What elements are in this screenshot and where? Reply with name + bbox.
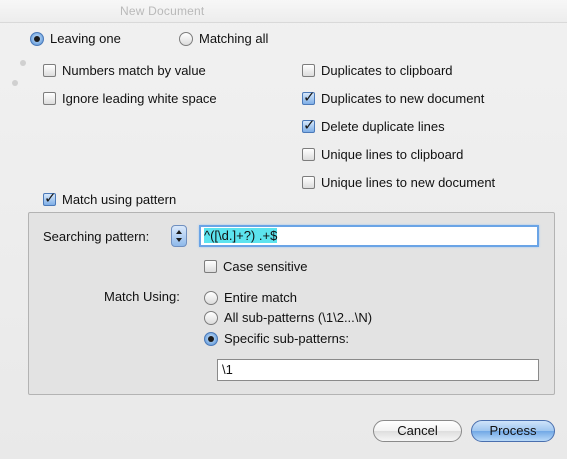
sub-pattern-value: \1 [222, 362, 233, 377]
checkbox-delete-duplicate-lines[interactable]: ✓ Delete duplicate lines [302, 117, 445, 134]
checkbox-unchecked-icon [43, 64, 56, 77]
background-dot-icon [12, 80, 18, 86]
checkbox-case-sensitive[interactable]: Case sensitive [204, 259, 308, 274]
checkbox-label: Match using pattern [62, 192, 177, 207]
checkbox-label: Duplicates to clipboard [321, 63, 453, 78]
sub-pattern-input[interactable]: \1 [217, 359, 539, 381]
searching-pattern-input[interactable]: ^([\d.]+?) .+$ [199, 225, 539, 247]
checkbox-unchecked-icon [302, 176, 315, 189]
radio-unselected-icon [204, 310, 218, 325]
radio-leaving-one[interactable]: Leaving one [30, 31, 121, 46]
checkbox-unique-lines-to-new-document[interactable]: Unique lines to new document [302, 175, 495, 190]
radio-label: All sub-patterns (\1\2...\N) [224, 310, 373, 325]
selected-pattern-text: ^([\d.]+?) .+$ [204, 228, 278, 243]
radio-entire-match[interactable]: Entire match [204, 290, 297, 305]
process-duplicates-sheet: New Document Leaving one Matching all Nu… [0, 0, 567, 459]
radio-selected-icon [30, 31, 44, 46]
background-window-toolbar: New Document [0, 0, 567, 23]
cancel-button[interactable]: Cancel [373, 420, 462, 442]
radio-leaving-one-label: Leaving one [50, 31, 121, 46]
checkbox-ignore-leading-white-space[interactable]: Ignore leading white space [43, 91, 217, 106]
radio-selected-icon [204, 331, 218, 346]
pattern-stepper-button[interactable] [171, 225, 187, 247]
searching-pattern-label: Searching pattern: [43, 229, 150, 244]
checkbox-unique-lines-to-clipboard[interactable]: Unique lines to clipboard [302, 147, 463, 162]
process-button[interactable]: Process [471, 420, 555, 442]
background-window-title: New Document [120, 4, 205, 18]
background-dot-icon [20, 60, 26, 66]
checkbox-unchecked-icon [204, 260, 217, 273]
radio-unselected-icon [204, 290, 218, 305]
checkbox-duplicates-to-clipboard[interactable]: Duplicates to clipboard [302, 63, 453, 78]
checkbox-label: Ignore leading white space [62, 91, 217, 106]
radio-label: Entire match [224, 290, 297, 305]
checkbox-label: Duplicates to new document [321, 91, 485, 106]
radio-all-sub-patterns[interactable]: All sub-patterns (\1\2...\N) [204, 310, 372, 325]
radio-unselected-icon [179, 31, 193, 46]
checkbox-duplicates-to-new-document[interactable]: ✓ Duplicates to new document [302, 89, 485, 106]
checkbox-label: Numbers match by value [62, 63, 206, 78]
checkbox-label: Delete duplicate lines [321, 119, 445, 134]
checkbox-label: Unique lines to clipboard [321, 147, 464, 162]
checkbox-unchecked-icon [43, 92, 56, 105]
radio-matching-all-label: Matching all [199, 31, 269, 46]
checkbox-unchecked-icon [302, 64, 315, 77]
radio-specific-sub-patterns[interactable]: Specific sub-patterns: [204, 331, 349, 346]
stepper-up-arrow-icon [176, 230, 182, 234]
pattern-group-box: Searching pattern: ^([\d.]+?) .+$ Case s… [28, 212, 555, 395]
checkbox-label: Case sensitive [223, 259, 308, 274]
radio-matching-all[interactable]: Matching all [179, 31, 268, 46]
checkbox-checked-icon: ✓ [302, 89, 316, 106]
checkbox-label: Unique lines to new document [321, 175, 496, 190]
match-using-label: Match Using: [104, 289, 180, 304]
checkbox-match-using-pattern[interactable]: ✓ Match using pattern [43, 190, 177, 207]
checkbox-numbers-match-by-value[interactable]: Numbers match by value [43, 63, 206, 78]
checkbox-checked-icon: ✓ [43, 190, 57, 207]
radio-label: Specific sub-patterns: [224, 331, 350, 346]
checkbox-unchecked-icon [302, 148, 315, 161]
checkbox-checked-icon: ✓ [302, 117, 316, 134]
stepper-down-arrow-icon [176, 238, 182, 242]
